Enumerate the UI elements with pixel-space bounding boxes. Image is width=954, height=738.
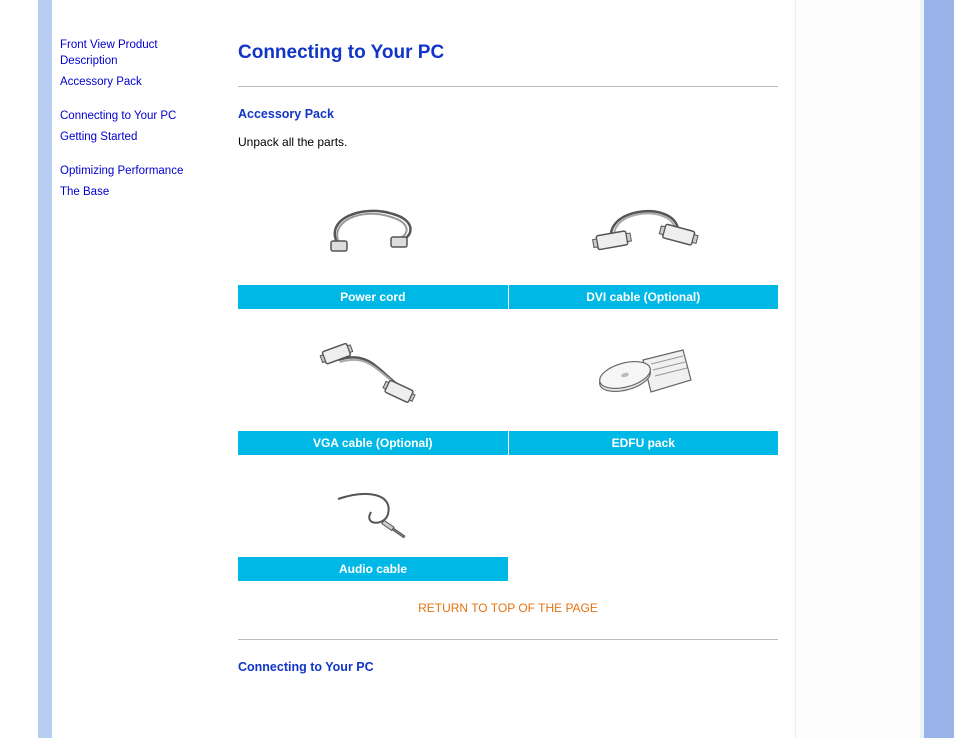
section-connecting: Connecting to Your PC (238, 660, 778, 674)
return-to-top-link[interactable]: RETURN TO TOP OF THE PAGE (238, 601, 778, 615)
page-title: Connecting to Your PC (238, 42, 778, 64)
grid-row-1-images (238, 179, 778, 279)
main-content: Connecting to Your PC Accessory Pack Unp… (238, 42, 778, 688)
sidebar-link-front-view[interactable]: Front View Product Description (60, 38, 215, 69)
sidebar-link-getting-started[interactable]: Getting Started (60, 130, 215, 146)
edfu-pack-icon (583, 340, 703, 410)
divider (238, 86, 778, 87)
sidebar-nav: Front View Product Description Accessory… (60, 38, 215, 207)
grid-row-2-images (238, 325, 778, 425)
accessory-grid: Power cord DVI cable (Optional) (238, 179, 778, 581)
sidebar-link-accessory-pack[interactable]: Accessory Pack (60, 75, 215, 91)
left-margin-strip (38, 0, 52, 738)
dvi-cable-icon (578, 194, 708, 264)
unpack-text: Unpack all the parts. (238, 135, 778, 149)
sidebar-link-optimizing[interactable]: Optimizing Performance (60, 164, 215, 180)
label-power-cord: Power cord (238, 285, 509, 309)
label-dvi-cable: DVI cable (Optional) (509, 285, 779, 309)
right-page-edge (795, 0, 920, 738)
audio-cable-icon (313, 484, 433, 539)
label-edfu-pack: EDFU pack (509, 431, 779, 455)
grid-row-3-images (238, 471, 778, 551)
grid-row-2-labels: VGA cable (Optional) EDFU pack (238, 431, 778, 455)
power-cord-icon (313, 199, 433, 259)
section-accessory-pack: Accessory Pack (238, 107, 778, 121)
grid-row-3-labels: Audio cable (238, 557, 778, 581)
vga-cable-icon (308, 340, 438, 410)
label-vga-cable: VGA cable (Optional) (238, 431, 509, 455)
label-audio-cable: Audio cable (238, 557, 508, 581)
right-margin-strip (924, 0, 954, 738)
grid-row-1-labels: Power cord DVI cable (Optional) (238, 285, 778, 309)
divider-2 (238, 639, 778, 640)
sidebar-link-the-base[interactable]: The Base (60, 185, 215, 201)
sidebar-link-connecting[interactable]: Connecting to Your PC (60, 109, 215, 125)
